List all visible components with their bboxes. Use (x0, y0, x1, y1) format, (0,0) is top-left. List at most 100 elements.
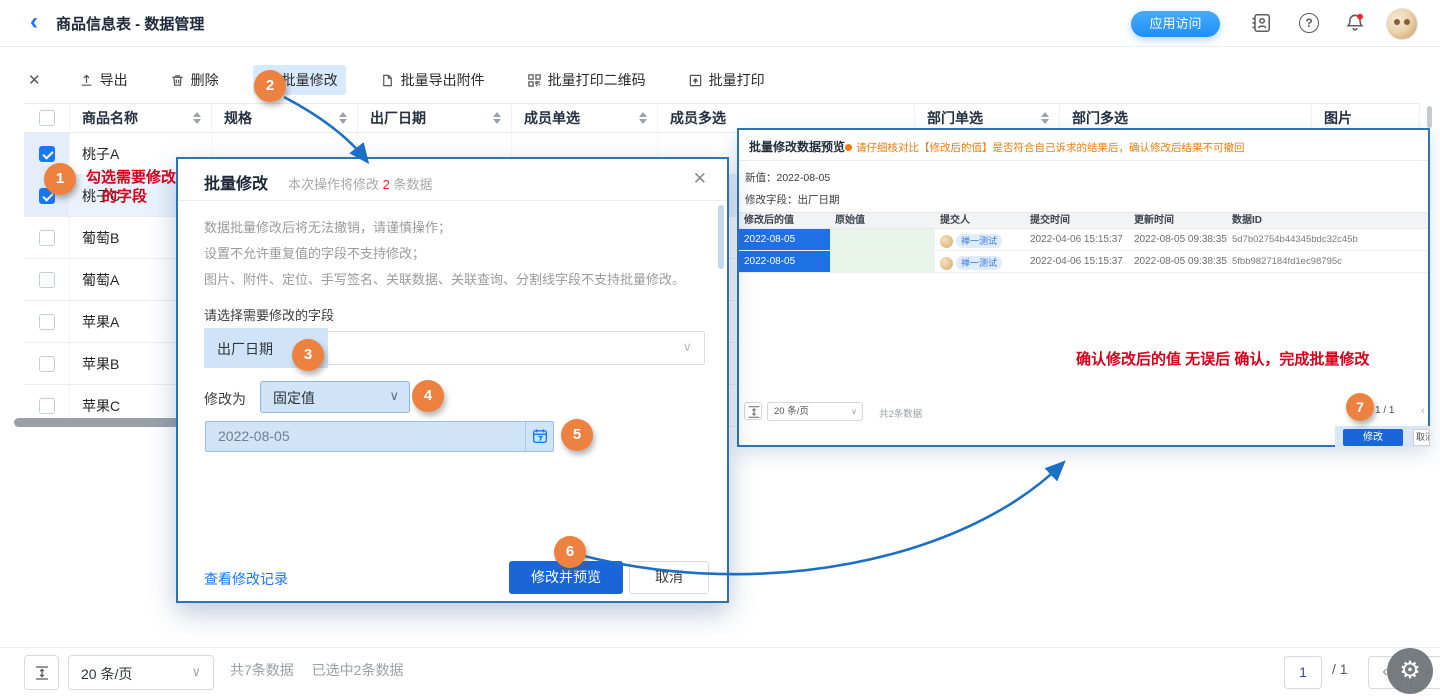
sort-icon[interactable] (339, 112, 347, 124)
preview-page-size-select: 20 条/页 ∨ (767, 402, 863, 421)
row-checkbox[interactable] (39, 146, 55, 162)
original-value-cell (830, 229, 935, 250)
app-root: ‹ 商品信息表 - 数据管理 应用访问 ? ✕ (0, 0, 1440, 700)
preview-table-row: 2022-08-05 禅一测试 2022-04-06 15:15:37 2022… (739, 251, 1428, 273)
batch-edit-preview-panel: 批量修改数据预览 请仔细核对比【修改后的值】是否符合自己诉求的结果后，确认修改后… (737, 128, 1430, 447)
page-title: 商品信息表 - 数据管理 (56, 13, 204, 34)
column-header-factory-date[interactable]: 出厂日期 (358, 104, 512, 132)
column-header-product-name[interactable]: 商品名称 (70, 104, 212, 132)
delete-button[interactable]: 删除 (162, 65, 227, 95)
date-value: 2022-08-05 (218, 428, 290, 444)
step-badge-4: 4 (412, 380, 444, 412)
sort-icon[interactable] (1041, 112, 1049, 124)
page-number-input[interactable]: 1 (1284, 656, 1322, 689)
step-badge-6: 6 (554, 536, 586, 568)
preview-field: 修改字段：出厂日期 (745, 192, 840, 207)
row-checkbox[interactable] (39, 356, 55, 372)
preview-total-count: 共2条数据 (879, 406, 922, 420)
column-header-member-single[interactable]: 成员单选 (512, 104, 658, 132)
preview-page-indicator: 1 / 1 (1375, 405, 1394, 416)
row-checkbox-cell (24, 259, 70, 300)
batch-edit-label: 批量修改 (282, 70, 338, 90)
step-badge-2: 2 (254, 70, 286, 102)
gear-icon: ⚙ (1399, 659, 1421, 683)
modify-mode-select[interactable]: 固定值 ∨ (260, 381, 410, 413)
notification-bell-icon[interactable] (1344, 12, 1366, 34)
calendar-icon (532, 428, 548, 449)
modal-subtitle: 本次操作将修改 2 条数据 (288, 174, 432, 193)
batch-print-qrcode-button[interactable]: 批量打印二维码 (519, 65, 654, 95)
row-height-button[interactable] (24, 655, 59, 690)
preview-cancel-button: 取消 (1413, 429, 1430, 446)
modal-title: 批量修改 (204, 170, 268, 194)
modal-notice: 设置不允许重复值的字段不支持修改； (204, 243, 425, 262)
preview-pagination: 20 条/页 ∨ 共2条数据 1 / 1 ‹ (739, 400, 1428, 426)
step-badge-5: 5 (561, 419, 593, 451)
batch-export-attachment-button[interactable]: 批量导出附件 (372, 65, 493, 95)
app-access-button[interactable]: 应用访问 (1131, 11, 1220, 37)
new-value-cell: 2022-08-05 (739, 229, 830, 250)
footer-bar: 20 条/页 ∨ 共7条数据 已选中2条数据 1 / 1 ‹ › (0, 647, 1440, 700)
preview-title: 批量修改数据预览 (749, 138, 845, 155)
batch-print-button[interactable]: 批量打印 (680, 65, 773, 95)
sort-icon[interactable] (639, 112, 647, 124)
row-checkbox-cell (24, 301, 70, 342)
modify-as-label: 修改为 (204, 389, 246, 409)
cancel-button[interactable]: 取消 (629, 561, 709, 594)
close-selection-icon[interactable]: ✕ (24, 67, 45, 93)
original-value-cell (830, 251, 935, 272)
preview-prev-page-icon: ‹ (1421, 405, 1425, 417)
row-checkbox[interactable] (39, 398, 55, 414)
user-avatar[interactable] (1386, 8, 1418, 40)
field-select[interactable]: 出厂日期 ∨ (204, 331, 705, 365)
selected-count: 已选中2条数据 (312, 662, 404, 678)
batch-toolbar: ✕ 导出 删除 批量修改 批量导出附件 (24, 62, 773, 98)
chevron-down-icon: ∨ (851, 403, 857, 420)
row-checkbox-cell (24, 217, 70, 258)
contacts-icon[interactable] (1250, 12, 1272, 34)
sort-icon[interactable] (193, 112, 201, 124)
modal-header: 批量修改 本次操作将修改 2 条数据 ✕ (178, 159, 727, 201)
chevron-down-icon: ∨ (389, 388, 399, 404)
annotation-step7-text: 确认修改后的值 无误后 确认，完成批量修改 (1076, 350, 1369, 369)
preview-new-value: 新值：2022-08-05 (745, 170, 830, 185)
modal-notice: 图片、附件、定位、手写签名、关联数据、关联查询、分割线字段不支持批量修改。 (204, 269, 685, 288)
page-total: / 1 (1332, 661, 1348, 677)
submitter-cell: 禅一测试 (935, 251, 1025, 272)
preview-table-row: 2022-08-05 禅一测试 2022-04-06 15:15:37 2022… (739, 229, 1428, 251)
annotation-step1-text: 勾选需要修改 的字段 (86, 168, 176, 206)
preview-table-header: 修改后的值 原始值 提交人 提交时间 更新时间 数据ID (739, 212, 1428, 229)
preview-warning: 请仔细核对比【修改后的值】是否符合自己诉求的结果后，确认修改后结果不可撤回 (845, 140, 1245, 155)
row-checkbox[interactable] (39, 230, 55, 246)
view-history-link[interactable]: 查看修改记录 (204, 569, 288, 589)
modal-scrollbar[interactable] (718, 205, 724, 269)
date-input[interactable]: 2022-08-05 (205, 421, 554, 452)
export-button[interactable]: 导出 (71, 65, 136, 95)
back-chevron-icon[interactable]: ‹ (30, 8, 38, 36)
delete-label: 删除 (191, 70, 219, 90)
help-icon[interactable]: ? (1299, 13, 1321, 35)
chevron-down-icon: ∨ (191, 664, 201, 680)
table-vertical-scrollbar[interactable] (1427, 106, 1432, 128)
column-header-spec[interactable]: 规格 (212, 104, 358, 132)
record-summary: 共7条数据 已选中2条数据 (230, 660, 417, 680)
step-badge-1: 1 (44, 163, 76, 195)
submitter-cell: 禅一测试 (935, 229, 1025, 250)
row-checkbox[interactable] (39, 272, 55, 288)
close-icon[interactable]: ✕ (693, 169, 707, 189)
warning-dot-icon (845, 144, 852, 151)
modify-mode-value: 固定值 (273, 388, 315, 408)
modify-count: 2 (383, 177, 390, 192)
settings-gear-fab[interactable]: ⚙ (1387, 648, 1433, 694)
select-all-checkbox[interactable] (24, 104, 70, 132)
batch-export-attachment-label: 批量导出附件 (401, 70, 485, 90)
row-height-icon (744, 402, 762, 420)
batch-print-qrcode-label: 批量打印二维码 (548, 70, 646, 90)
modal-notice: 数据批量修改后将无法撤销，请谨慎操作； (204, 217, 451, 236)
page-size-select[interactable]: 20 条/页 ∨ (68, 655, 214, 690)
sort-icon[interactable] (493, 112, 501, 124)
step-badge-7: 7 (1346, 393, 1374, 421)
field-select-value: 出厂日期 (217, 339, 273, 359)
row-checkbox[interactable] (39, 314, 55, 330)
question-glyph: ? (1305, 16, 1312, 30)
